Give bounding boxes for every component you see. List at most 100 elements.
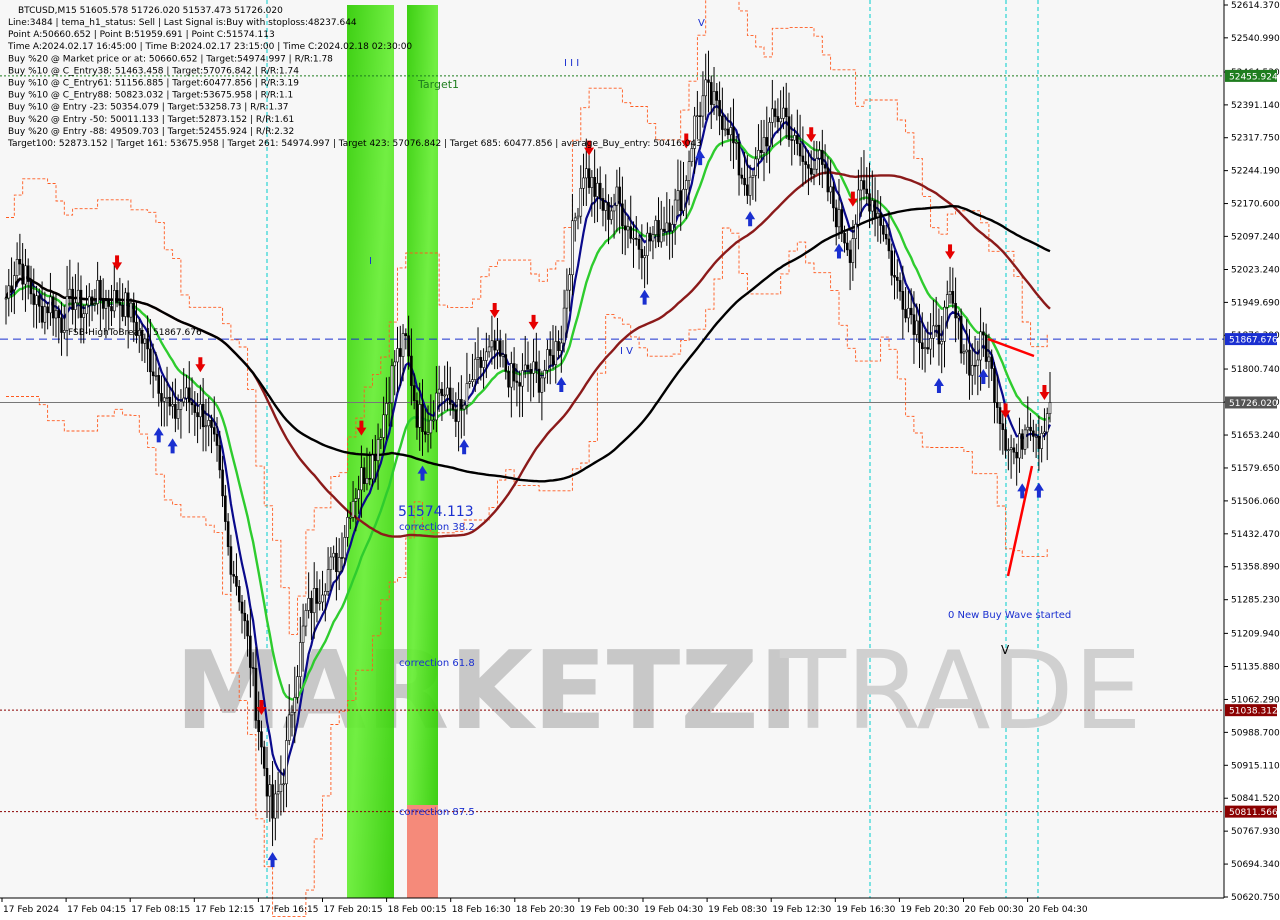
candle-bull xyxy=(615,186,619,206)
fsb-label: FSB-HighToBreak | 51867.676 xyxy=(68,328,202,338)
wave-v-top-label: V xyxy=(698,18,705,29)
wave-iv-label: I V xyxy=(620,346,633,357)
price-tick-label: 51285.230 xyxy=(1231,596,1280,606)
candle-bull xyxy=(199,403,202,418)
candle-bear xyxy=(529,369,533,374)
candle-bear xyxy=(846,242,849,251)
candle-bull xyxy=(348,516,352,519)
candle-bull xyxy=(562,307,566,344)
candle-bear xyxy=(951,291,955,304)
correction-zone-pink xyxy=(407,805,438,898)
candle-bull xyxy=(768,122,771,147)
candle-bear xyxy=(598,182,602,199)
candle-bear xyxy=(618,186,621,205)
candle-bear xyxy=(848,249,852,263)
candle-bull xyxy=(651,234,655,242)
candle-bear xyxy=(790,139,794,141)
candle-bull xyxy=(684,180,688,190)
candle-bull xyxy=(390,365,394,403)
candle-bear xyxy=(151,371,155,377)
time-tick-label: 19 Feb 20:30 xyxy=(900,905,959,915)
candle-bear xyxy=(1020,433,1024,450)
candle-bull xyxy=(432,419,435,422)
candle-bear xyxy=(537,368,541,393)
price-tick-label: 51209.940 xyxy=(1231,629,1280,639)
candle-bear xyxy=(212,427,216,435)
candle-bear xyxy=(224,495,227,522)
candle-bear xyxy=(71,288,74,310)
candle-bear xyxy=(335,552,338,573)
candle-bull xyxy=(687,161,691,181)
candle-bull xyxy=(385,403,388,416)
candle-bear xyxy=(168,396,172,407)
price-tick-label: 51800.740 xyxy=(1231,365,1280,375)
candle-bear xyxy=(218,445,222,471)
time-tick-label: 19 Feb 04:30 xyxy=(644,905,703,915)
price-tick-label: 51432.470 xyxy=(1231,530,1280,540)
candle-bear xyxy=(973,364,977,367)
candle-bull xyxy=(104,300,108,309)
candle-bull xyxy=(490,340,494,348)
candle-bear xyxy=(798,143,802,157)
candle-bull xyxy=(585,168,588,179)
candle-bull xyxy=(182,397,186,403)
candle-bull xyxy=(376,439,380,461)
candle-bear xyxy=(149,348,152,373)
candle-bull xyxy=(129,302,133,318)
candle-bull xyxy=(346,517,349,538)
candle-bear xyxy=(121,304,124,317)
candle-bull xyxy=(665,222,669,232)
candle-bull xyxy=(276,791,280,795)
candle-bull xyxy=(1045,413,1049,433)
candle-bear xyxy=(621,203,624,227)
correction-87-label: correction 87.5 xyxy=(399,807,475,818)
candle-bull xyxy=(907,307,910,319)
candle-bull xyxy=(523,364,527,371)
price-tick-label: 50694.340 xyxy=(1231,860,1280,870)
candle-bull xyxy=(923,347,927,350)
candle-bull xyxy=(165,396,169,399)
candle-bull xyxy=(179,401,183,410)
candle-bull xyxy=(343,537,347,559)
time-tick-label: 18 Feb 20:30 xyxy=(516,905,575,915)
candle-bull xyxy=(290,712,294,716)
price-tick-label: 51949.690 xyxy=(1231,298,1280,308)
candle-bear xyxy=(809,167,813,175)
price-chart[interactable]: MARKETZI TRADE FSB-HighToBreak | 51867.6… xyxy=(0,0,1280,920)
candle-bear xyxy=(257,720,260,733)
candle-bull xyxy=(734,141,738,144)
candle-bull xyxy=(696,115,699,118)
price-tick-label: 52614.370 xyxy=(1231,1,1280,11)
candle-bear xyxy=(107,300,111,307)
candle-bear xyxy=(926,347,930,350)
candle-bear xyxy=(826,167,830,193)
candle-bull xyxy=(854,223,857,239)
candle-bear xyxy=(398,348,402,357)
candle-bear xyxy=(968,349,971,376)
candle-bear xyxy=(460,399,463,410)
candle-bull xyxy=(643,255,646,259)
candle-bear xyxy=(865,188,869,194)
candle-bull xyxy=(876,213,880,218)
wave-iii-label: I I I xyxy=(564,58,579,69)
candle-bear xyxy=(862,180,866,190)
candle-bear xyxy=(251,667,255,669)
candle-bear xyxy=(954,303,957,319)
candle-bull xyxy=(204,425,208,428)
candle-bull xyxy=(579,187,583,217)
candle-bull xyxy=(945,294,949,308)
candle-bull xyxy=(87,296,91,306)
candle-bull xyxy=(446,387,449,396)
candle-bear xyxy=(1012,447,1016,453)
candle-bear xyxy=(1032,430,1035,437)
price-tick-label: 51062.290 xyxy=(1231,695,1280,705)
candle-bear xyxy=(243,612,247,622)
candle-bear xyxy=(746,184,749,196)
candle-bear xyxy=(634,237,638,240)
chart-window[interactable]: MARKETZI TRADE FSB-HighToBreak | 51867.6… xyxy=(0,0,1280,920)
candle-bull xyxy=(932,325,935,339)
price-tick-label: 50841.520 xyxy=(1231,794,1280,804)
candle-bear xyxy=(368,478,372,480)
candle-bull xyxy=(948,291,952,295)
candle-bear xyxy=(901,291,905,310)
